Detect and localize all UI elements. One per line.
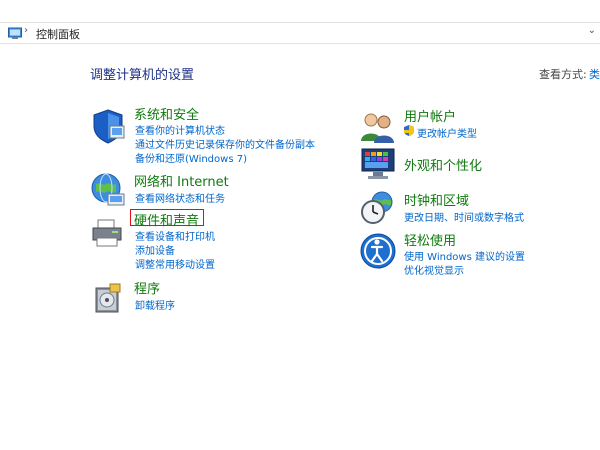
link-optimize-visual-display[interactable]: 优化视觉显示: [404, 262, 464, 277]
ease-of-access-icon: [360, 233, 396, 269]
link-network-status[interactable]: 查看网络状态和任务: [135, 190, 225, 205]
view-by-dropdown[interactable]: 类: [589, 66, 600, 82]
chevron-down-icon[interactable]: ⌄: [588, 25, 596, 36]
users-icon: [361, 113, 394, 143]
link-uninstall-program[interactable]: 卸载程序: [135, 297, 175, 312]
link-change-account-type[interactable]: 更改帐户类型: [417, 125, 477, 140]
category-title-user-accounts[interactable]: 用户帐户: [404, 106, 456, 125]
category-title-clock-region[interactable]: 时钟和区域: [404, 190, 469, 209]
printer-icon: [92, 219, 122, 247]
uac-shield-icon: [404, 125, 414, 136]
category-title-system-security[interactable]: 系统和安全: [134, 104, 199, 123]
shield-icon: [93, 109, 125, 144]
link-backup-restore[interactable]: 备份和还原(Windows 7): [135, 150, 247, 165]
view-by-label: 查看方式:: [539, 68, 587, 81]
link-mobility-settings[interactable]: 调整常用移动设置: [135, 256, 215, 271]
link-view-computer-status[interactable]: 查看你的计算机状态: [135, 122, 225, 137]
address-bar[interactable]: › 控制面板 ⌄: [0, 22, 600, 44]
category-title-appearance[interactable]: 外观和个性化: [404, 155, 482, 174]
chevron-right-icon: ›: [24, 25, 28, 36]
category-title-programs[interactable]: 程序: [134, 278, 160, 297]
programs-disk-icon: [95, 283, 121, 313]
category-title-network-internet[interactable]: 网络和 Internet: [134, 171, 229, 190]
control-panel-icon: [8, 27, 22, 39]
link-change-date-time[interactable]: 更改日期、时间或数字格式: [404, 209, 524, 224]
display-palette-icon: [361, 148, 395, 179]
category-title-hardware-sound[interactable]: 硬件和声音: [134, 210, 199, 229]
category-title-ease-of-access[interactable]: 轻松使用: [404, 230, 456, 249]
link-add-device[interactable]: 添加设备: [135, 242, 175, 257]
clock-globe-icon: [361, 191, 393, 224]
link-windows-recommended-settings[interactable]: 使用 Windows 建议的设置: [404, 248, 525, 263]
link-devices-printers[interactable]: 查看设备和打印机: [135, 228, 215, 243]
breadcrumb[interactable]: 控制面板: [36, 26, 80, 42]
link-file-history[interactable]: 通过文件历史记录保存你的文件备份副本: [135, 136, 315, 151]
network-globe-icon: [91, 173, 125, 206]
page-title: 调整计算机的设置: [90, 68, 195, 83]
